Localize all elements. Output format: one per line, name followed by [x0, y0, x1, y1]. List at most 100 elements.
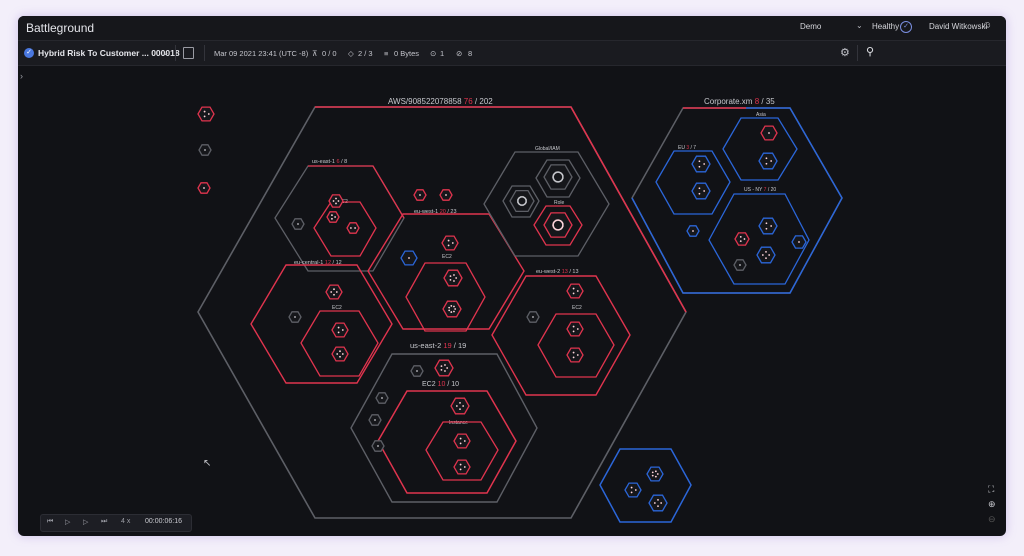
isolated-network-hex[interactable]	[599, 448, 692, 523]
node-dot	[698, 165, 701, 168]
us-east-1-red-edge	[308, 165, 405, 219]
playback-time: 00:00:06:16	[145, 518, 182, 525]
asset-node[interactable]	[648, 494, 668, 512]
speed-select[interactable]: 4 x	[121, 518, 130, 525]
asset-node[interactable]	[624, 482, 642, 498]
asset-node[interactable]	[450, 397, 470, 415]
node-dot	[447, 239, 450, 242]
asia-label: Asia	[756, 112, 766, 118]
search-icon[interactable]: ⚲	[866, 45, 874, 58]
global-iam-label: Global/IAM	[535, 146, 560, 152]
node-dot	[462, 405, 465, 407]
asia-hex[interactable]	[722, 117, 798, 181]
zoom-out-icon[interactable]: ⊖	[988, 514, 996, 525]
asset-node[interactable]	[543, 164, 573, 190]
asset-node[interactable]	[758, 152, 778, 170]
node-dot	[459, 442, 462, 445]
node-dot	[204, 149, 206, 151]
aws-hex[interactable]	[197, 106, 687, 519]
node-dot	[339, 350, 341, 353]
asset-node[interactable]	[453, 433, 471, 449]
document-icon[interactable]	[183, 47, 194, 59]
node-dot	[454, 308, 457, 310]
asset-node[interactable]	[346, 222, 360, 234]
user-icon[interactable]: ☺	[982, 20, 992, 31]
us-east-1-hex[interactable]	[274, 165, 405, 272]
asset-node[interactable]	[734, 232, 750, 246]
asset-node[interactable]	[691, 182, 711, 200]
node-dot	[332, 200, 335, 202]
asset-node[interactable]	[442, 300, 462, 318]
gear-icon[interactable]: ⚙	[840, 46, 850, 59]
asset-node[interactable]	[441, 235, 459, 251]
asset-node[interactable]	[331, 346, 349, 362]
chevron-down-icon[interactable]: ⌄	[162, 47, 170, 58]
asset-node[interactable]	[646, 466, 664, 482]
stat-bytes: 0 Bytes	[394, 49, 420, 58]
node-dot	[634, 489, 637, 491]
skip-forward-icon[interactable]: ⏭	[101, 518, 107, 526]
node-dot	[561, 222, 564, 225]
eu-hex[interactable]	[655, 150, 731, 215]
node-dot	[448, 309, 451, 312]
asset-node[interactable]	[325, 284, 343, 300]
asset-node[interactable]	[566, 283, 584, 299]
fit-screen-icon[interactable]: ⛶	[988, 484, 996, 495]
step-icon[interactable]: ▷	[83, 518, 88, 526]
aws-hex-red-edge	[315, 106, 687, 313]
asset-node[interactable]	[326, 211, 340, 223]
node-dot	[337, 331, 340, 334]
ec2-hex[interactable]	[377, 390, 517, 494]
divider	[175, 45, 176, 61]
role-label: Role	[554, 200, 565, 206]
node-dot	[770, 160, 773, 162]
asset-node[interactable]	[756, 246, 776, 264]
asset-node[interactable]	[443, 269, 463, 287]
node-dot	[768, 254, 771, 256]
environment-select[interactable]: Demo	[800, 22, 821, 31]
asset-node[interactable]	[691, 155, 711, 173]
asset-node[interactable]	[758, 217, 778, 235]
node-dot	[657, 505, 659, 508]
eu-west-1-ec2-hex[interactable]	[405, 262, 486, 332]
global-iam-hex[interactable]	[483, 151, 610, 257]
filter-icon: ⊼	[312, 49, 318, 58]
scenario-select[interactable]: Hybrid Risk To Customer ... 000018	[38, 48, 180, 58]
node-dot	[739, 235, 742, 238]
attack-graph-canvas[interactable]: AWS/908522078858 76 / 202 us-east-1 6 / …	[18, 65, 1006, 536]
play-icon[interactable]: ▷	[65, 518, 70, 526]
eu-central-1-label: eu-central-1 12 / 12	[294, 260, 342, 266]
asset-node[interactable]	[331, 322, 349, 338]
aws-label: AWS/908522078858 76 / 202	[388, 97, 493, 106]
node-dot	[416, 370, 418, 372]
node-dot	[654, 475, 657, 478]
asset-node[interactable]	[566, 321, 584, 337]
node-dot	[336, 353, 339, 355]
check-icon: ✓	[24, 48, 34, 58]
node-dot	[207, 113, 210, 115]
node-dot	[765, 250, 767, 253]
node-dot	[532, 316, 534, 318]
asset-node[interactable]	[509, 189, 535, 213]
node-dot	[703, 163, 706, 165]
us-east-1-ec2-hex[interactable]	[313, 201, 377, 257]
scenario-toolbar: ✓ Hybrid Risk To Customer ... 000018 ⌄ M…	[18, 41, 1006, 66]
stat-techniques: 1	[440, 49, 445, 58]
asset-node[interactable]	[197, 106, 215, 122]
skip-back-icon[interactable]: ⏮	[47, 518, 53, 526]
asset-node[interactable]	[434, 359, 454, 377]
asset-node[interactable]	[453, 459, 471, 475]
eu-central-1-hex[interactable]	[250, 264, 393, 384]
node-dot	[448, 306, 451, 309]
node-dot	[377, 445, 379, 447]
node-dot	[440, 365, 443, 368]
node-dot	[446, 367, 449, 369]
user-name[interactable]: David Witkowski	[929, 22, 987, 31]
node-dot	[381, 397, 383, 399]
zoom-in-icon[interactable]: ⊕	[988, 499, 996, 510]
asset-node[interactable]	[566, 347, 584, 363]
chevron-down-icon[interactable]: ⌄	[856, 21, 863, 30]
node-dot	[698, 187, 701, 190]
asset-node[interactable]	[328, 194, 344, 208]
asset-node[interactable]	[543, 212, 573, 238]
